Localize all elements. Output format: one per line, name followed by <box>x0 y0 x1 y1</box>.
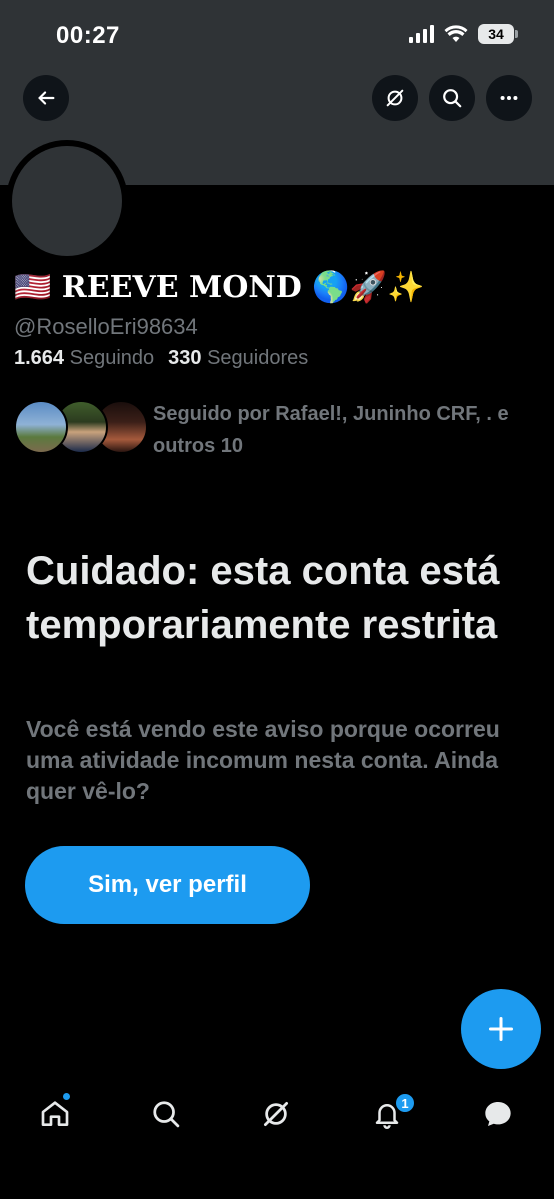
followers-count: 330 <box>168 347 202 369</box>
more-button[interactable] <box>486 75 532 121</box>
profile-avatar[interactable] <box>6 140 128 262</box>
following-label: Seguindo <box>69 347 155 369</box>
followers-label: Seguidores <box>207 347 309 369</box>
status-icons: 34 <box>409 24 518 44</box>
search-icon <box>443 89 462 108</box>
battery-indicator: 34 <box>478 24 518 44</box>
compose-button[interactable] <box>461 989 541 1069</box>
tab-grok[interactable] <box>256 1094 296 1134</box>
search-button[interactable] <box>429 75 475 121</box>
followers-link[interactable]: 330 Seguidores <box>168 347 308 370</box>
grok-icon <box>264 1102 288 1126</box>
message-icon <box>485 1102 511 1126</box>
wifi-icon <box>444 25 468 42</box>
grok-icon <box>386 89 404 107</box>
home-icon <box>41 1101 69 1126</box>
follower-avatar <box>14 400 68 454</box>
back-arrow-icon <box>38 91 55 105</box>
restriction-warning-title: Cuidado: esta conta está temporariamente… <box>26 549 500 647</box>
notifications-badge: 1 <box>394 1092 416 1114</box>
tab-messages[interactable] <box>478 1094 518 1134</box>
display-name: 🇺🇸 REEVE MOND 🌎🚀✨ <box>14 270 425 305</box>
follow-stats: 1.664 Seguindo 330 Seguidores <box>14 347 308 370</box>
avatar-placeholder <box>12 146 122 256</box>
signal-icon <box>409 25 434 43</box>
following-link[interactable]: 1.664 Seguindo <box>14 347 154 370</box>
status-time: 00:27 <box>56 22 120 49</box>
restriction-warning-body: Você está vendo este aviso porque ocorre… <box>26 716 500 804</box>
bottom-tab-bar: 1 <box>0 1080 554 1150</box>
view-profile-button[interactable]: Sim, ver perfil <box>25 846 310 924</box>
back-button[interactable] <box>23 75 69 121</box>
following-count: 1.664 <box>14 347 65 369</box>
more-icon <box>500 95 518 101</box>
tab-search[interactable] <box>146 1094 186 1134</box>
followed-by-text: Seguido por Rafael!, Juninho CRF, . e ou… <box>153 403 509 457</box>
grok-button[interactable] <box>372 75 418 121</box>
plus-icon <box>488 1016 514 1042</box>
search-icon <box>153 1101 180 1128</box>
followed-by-row[interactable]: Seguido por Rafael!, Juninho CRF, . e ou… <box>14 398 544 458</box>
home-unread-dot <box>62 1092 71 1101</box>
user-handle: @RoselloEri98634 <box>14 314 198 339</box>
